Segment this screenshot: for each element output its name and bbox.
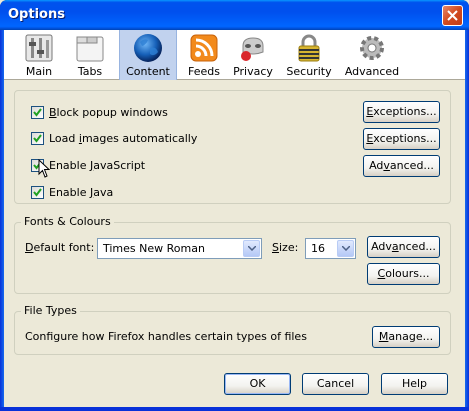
chevron-down-icon <box>341 246 350 251</box>
tab-tabs-label: Tabs <box>77 65 103 78</box>
mouse-cursor-icon <box>38 159 51 178</box>
default-font-label: Default font: <box>25 241 95 254</box>
fonts-advanced-button[interactable]: Advanced... <box>367 236 440 258</box>
padlock-icon <box>298 34 320 62</box>
tab-main-label: Main <box>25 65 53 78</box>
title-bar[interactable]: Options <box>0 0 469 30</box>
chevron-down-icon <box>247 246 256 251</box>
content-options-group: Block popup windows Load images automati… <box>14 90 451 204</box>
block-popups-checkbox[interactable]: Block popup windows <box>31 104 168 120</box>
images-exceptions-button[interactable]: Exceptions... <box>363 128 440 150</box>
main-settings-icon <box>25 34 53 62</box>
size-label: Size: <box>272 241 299 254</box>
popup-exceptions-button[interactable]: Exceptions... <box>363 101 440 123</box>
file-types-group: File Types Configure how Firefox handles… <box>14 304 451 355</box>
tab-privacy[interactable]: Privacy <box>230 30 276 80</box>
help-button[interactable]: Help <box>381 373 448 395</box>
tab-content[interactable]: Content <box>119 30 177 80</box>
gear-icon <box>360 36 384 60</box>
enable-java-label: Enable Java <box>49 185 114 199</box>
window-title: Options <box>8 7 65 22</box>
checkmark-icon <box>33 133 42 143</box>
close-button[interactable] <box>442 5 463 26</box>
tab-feeds[interactable]: Feeds <box>184 30 224 80</box>
fonts-colours-group: Fonts & Colours Default font: Times New … <box>14 215 451 294</box>
file-types-description: Configure how Firefox handles certain ty… <box>25 330 307 343</box>
enable-javascript-label: Enable JavaScript <box>49 158 146 172</box>
font-size-select[interactable]: 16 <box>305 238 356 259</box>
fonts-colours-title: Fonts & Colours <box>21 215 114 228</box>
default-font-value: Times New Roman <box>103 242 205 255</box>
privacy-mask-icon <box>241 37 264 61</box>
enable-java-checkbox[interactable]: Enable Java <box>31 184 113 200</box>
javascript-advanced-button[interactable]: Advanced... <box>363 155 440 177</box>
ok-button[interactable]: OK <box>224 373 291 395</box>
font-size-value: 16 <box>311 242 325 255</box>
tab-advanced-label: Advanced <box>344 65 400 78</box>
close-icon <box>447 10 458 21</box>
tabs-icon <box>76 36 104 62</box>
font-size-dropdown-button[interactable] <box>337 240 354 257</box>
checkbox-box[interactable] <box>31 185 44 199</box>
cancel-button[interactable]: Cancel <box>302 373 369 395</box>
file-types-title: File Types <box>21 304 80 317</box>
checkmark-icon <box>33 107 42 117</box>
tab-security-label: Security <box>286 65 332 78</box>
manage-button[interactable]: Manage... <box>372 326 440 348</box>
tab-content-label: Content <box>126 65 170 78</box>
tab-security[interactable]: Security <box>286 30 332 80</box>
tab-tabs[interactable]: Tabs <box>70 30 110 80</box>
colours-button[interactable]: Colours... <box>367 263 440 285</box>
tab-feeds-label: Feeds <box>188 65 220 78</box>
load-images-label: Load images automatically <box>49 131 198 145</box>
block-popups-label: Block popup windows <box>49 105 168 119</box>
options-window: Options Main Tabs Content Feeds Privacy … <box>0 0 469 411</box>
default-font-select[interactable]: Times New Roman <box>97 238 262 259</box>
checkmark-icon <box>33 187 42 197</box>
load-images-checkbox[interactable]: Load images automatically <box>31 130 197 146</box>
checkbox-box[interactable] <box>31 105 44 119</box>
feed-icon <box>190 34 218 62</box>
tab-privacy-label: Privacy <box>233 65 273 78</box>
tab-advanced[interactable]: Advanced <box>344 30 400 80</box>
tab-main[interactable]: Main <box>20 30 58 80</box>
checkbox-box[interactable] <box>31 131 44 145</box>
dialog-body: Main Tabs Content Feeds Privacy Security… <box>4 30 465 407</box>
default-font-dropdown-button[interactable] <box>243 240 260 257</box>
pane-toolbar: Main Tabs Content Feeds Privacy Security… <box>4 30 465 80</box>
globe-icon <box>134 34 162 62</box>
